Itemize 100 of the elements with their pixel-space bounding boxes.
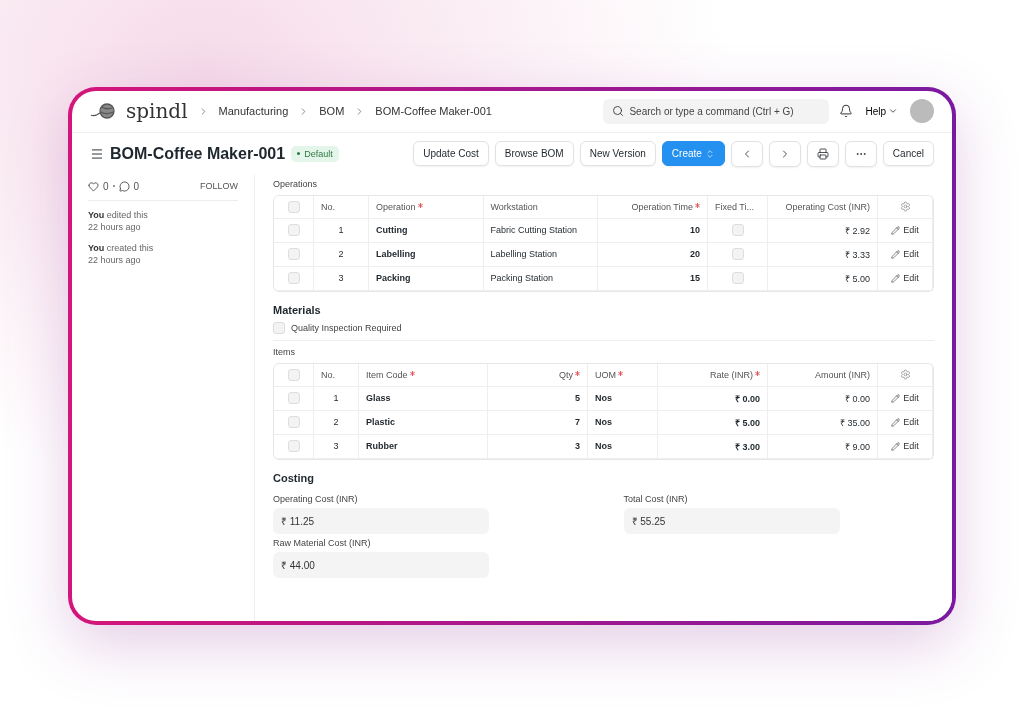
table-cell: ₹ 5.00	[658, 410, 768, 435]
printer-icon	[816, 147, 829, 160]
table-cell: 3	[314, 434, 359, 459]
column-header: Qty	[559, 369, 573, 380]
read-only-field: ₹ 11.25	[273, 507, 489, 534]
comment-count: 0	[133, 180, 140, 192]
table-cell: 10	[598, 218, 708, 243]
pencil-icon	[891, 441, 901, 451]
print-button[interactable]	[806, 140, 839, 167]
checkbox[interactable]	[287, 440, 300, 452]
search-icon	[612, 105, 625, 117]
pencil-icon	[891, 393, 901, 403]
breadcrumb-link[interactable]: BOM	[319, 105, 345, 117]
table-cell: ₹ 3.33	[768, 242, 878, 267]
checkbox[interactable]	[287, 200, 300, 213]
checkbox-label: Quality Inspection Required	[291, 322, 402, 333]
table-cell: ₹ 35.00	[768, 410, 878, 435]
table-cell: ₹ 3.00	[658, 434, 768, 459]
search-field[interactable]: Search or type a command (Ctrl + G)	[603, 98, 830, 124]
table-cell: 15	[598, 266, 708, 291]
column-header: No.	[321, 201, 335, 212]
pencil-icon	[891, 417, 901, 427]
breadcrumb-link[interactable]: BOM-Coffee Maker-001	[375, 105, 492, 117]
table-cell: 5	[488, 386, 588, 411]
table-cell: Packing	[369, 266, 484, 291]
status-badge: Default	[291, 145, 339, 162]
previous-button[interactable]	[730, 140, 763, 167]
table-cell: Labelling Station	[483, 242, 598, 267]
cancel-button[interactable]: Cancel	[882, 141, 934, 166]
menu-icon	[90, 146, 104, 161]
column-header: No.	[321, 369, 335, 380]
edit-button[interactable]: Edit	[891, 225, 919, 235]
table-cell: Cutting	[369, 218, 484, 243]
pencil-icon	[891, 225, 901, 235]
table-cell: Nos	[588, 386, 658, 411]
table-cell: Plastic	[359, 410, 488, 435]
table-cell: Nos	[588, 410, 658, 435]
table-cell: ₹ 2.92	[768, 218, 878, 243]
table-cell: ₹ 0.00	[658, 386, 768, 411]
activity-time: 22 hours ago	[88, 254, 142, 267]
table-cell: 7	[488, 410, 588, 435]
page-title: BOM-Coffee Maker-001	[110, 144, 286, 163]
logo-text: spindl	[126, 99, 188, 123]
activity-text: You edited this	[88, 208, 149, 222]
caret-icon	[888, 106, 898, 116]
help-menu[interactable]: Help	[863, 103, 900, 119]
action-button[interactable]: Browse BOM	[494, 141, 574, 166]
heart-icon	[88, 180, 99, 192]
table-cell: 20	[598, 242, 708, 267]
breadcrumb-link[interactable]: Manufacturing	[218, 105, 289, 117]
table-label: Operations	[273, 178, 319, 189]
table-cell: 3	[314, 266, 369, 291]
edit-button[interactable]: Edit	[891, 273, 919, 283]
checkbox[interactable]	[731, 248, 744, 260]
activity-text: You created this	[88, 241, 155, 255]
column-header: Rate (INR)	[710, 369, 753, 380]
table-cell: Fabric Cutting Station	[483, 218, 598, 243]
up-down-caret-icon	[704, 148, 715, 159]
checkbox[interactable]	[287, 392, 300, 404]
column-header: Operation	[376, 201, 416, 212]
table-label: Items	[273, 346, 296, 357]
edit-button[interactable]: Edit	[891, 393, 919, 403]
more-button[interactable]	[844, 140, 877, 167]
next-button[interactable]	[768, 140, 801, 167]
table-cell: 2	[314, 242, 369, 267]
checkbox[interactable]	[287, 248, 300, 260]
table-cell: 1	[314, 218, 369, 243]
checkbox[interactable]	[287, 272, 300, 284]
field-label: Raw Material Cost (INR)	[273, 537, 372, 548]
read-only-field: ₹ 55.25	[623, 507, 840, 534]
table-cell: 3	[488, 434, 588, 459]
pencil-icon	[891, 249, 901, 259]
table-cell: Labelling	[369, 242, 484, 267]
action-button[interactable]: Update Cost	[413, 141, 489, 166]
edit-button[interactable]: Edit	[891, 441, 919, 451]
table-cell: Packing Station	[483, 266, 598, 291]
yarn-ball-logo-icon	[90, 103, 116, 119]
checkbox[interactable]	[287, 416, 300, 428]
column-header: UOM	[595, 369, 616, 380]
follow-link[interactable]: FOLLOW	[200, 181, 238, 191]
table-cell: Rubber	[359, 434, 488, 459]
column-header: Workstation	[490, 201, 538, 212]
column-header: Item Code	[366, 369, 408, 380]
edit-button[interactable]: Edit	[891, 249, 919, 259]
table-cell: ₹ 0.00	[768, 386, 878, 411]
notification-bell-icon	[839, 104, 854, 118]
column-header: Fixed Ti...	[715, 201, 754, 212]
comment-icon	[118, 180, 130, 192]
user-avatar[interactable]	[910, 99, 934, 123]
checkbox[interactable]	[287, 224, 300, 236]
table-cell: 1	[314, 386, 359, 411]
checkbox[interactable]	[731, 224, 744, 236]
action-button[interactable]: New Version	[579, 141, 656, 166]
table-cell: Glass	[359, 386, 488, 411]
checkbox[interactable]	[731, 272, 744, 284]
checkbox[interactable]	[287, 368, 300, 381]
checkbox[interactable]	[273, 321, 285, 334]
pencil-icon	[891, 273, 901, 283]
edit-button[interactable]: Edit	[891, 417, 919, 427]
table-cell: ₹ 5.00	[768, 266, 878, 291]
